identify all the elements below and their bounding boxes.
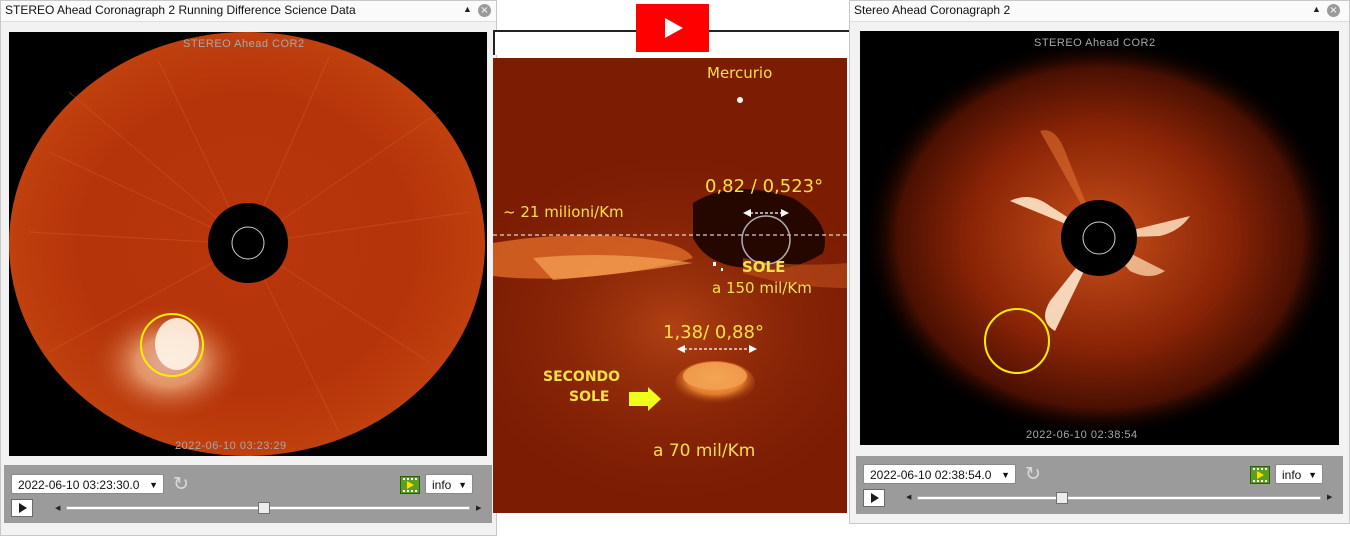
film-play-icon[interactable] — [1250, 466, 1270, 484]
left-play-button[interactable] — [11, 499, 33, 517]
right-datetime-select[interactable]: 2022-06-10 02:38:54.0 ▼ — [863, 464, 1016, 484]
right-info-button[interactable]: info ▼ — [1275, 464, 1323, 484]
sole-distance-label: a 150 mil/Km — [712, 279, 812, 297]
right-coronagraph-image: STEREO Ahead COR2 2022-06-10 02:38:54 — [860, 31, 1339, 445]
film-play-icon[interactable] — [400, 476, 420, 494]
left-coronagraph-image: STEREO Ahead COR2 2022-06-10 03:23:29 — [9, 32, 487, 456]
chevron-down-icon: ▼ — [1001, 470, 1010, 480]
left-control-bar: 2022-06-10 03:23:30.0 ▼ ↻ info ▼ ◀ ▶ — [4, 465, 492, 523]
right-play-button[interactable] — [863, 489, 885, 507]
left-time-slider-thumb[interactable] — [257, 502, 270, 514]
sole-label: SOLE — [742, 258, 786, 276]
ratio-bottom-label: 1,38/ 0,88° — [663, 322, 764, 343]
distance-line-label: ~ 21 milioni/Km — [503, 203, 624, 221]
right-time-slider-thumb[interactable] — [1056, 492, 1069, 504]
chevron-down-icon: ▼ — [149, 480, 158, 490]
left-info-button[interactable]: info ▼ — [425, 474, 473, 494]
right-watermark-bottom: 2022-06-10 02:38:54 — [1026, 429, 1138, 441]
right-panel-titlebar: Stereo Ahead Coronagraph 2 ▲ × — [850, 1, 1349, 22]
slider-right-arrow-icon[interactable]: ▶ — [1327, 493, 1332, 501]
right-viewer-panel: Stereo Ahead Coronagraph 2 ▲ × STEREO Ah… — [849, 0, 1350, 524]
slider-left-arrow-icon[interactable]: ◀ — [55, 504, 60, 512]
second-distance-label: a 70 mil/Km — [653, 441, 756, 461]
secondo-label-line2: SOLE — [569, 389, 610, 405]
left-watermark-top: STEREO Ahead COR2 — [183, 38, 305, 50]
chevron-down-icon: ▼ — [1308, 470, 1317, 480]
refresh-icon[interactable]: ↻ — [1022, 463, 1044, 485]
right-datetime-value: 2022-06-10 02:38:54.0 — [870, 468, 992, 482]
right-panel-title: Stereo Ahead Coronagraph 2 — [854, 3, 1011, 17]
left-viewer-panel: STEREO Ahead Coronagraph 2 Running Diffe… — [0, 0, 497, 536]
mercurio-label: Mercurio — [707, 64, 773, 82]
chevron-down-icon: ▼ — [458, 480, 467, 490]
refresh-icon[interactable]: ↻ — [170, 473, 192, 495]
secondo-label-line1: SECONDO — [543, 369, 621, 385]
close-icon[interactable]: × — [478, 4, 491, 17]
right-info-label: info — [1282, 468, 1302, 482]
collapse-icon[interactable]: ▲ — [463, 4, 472, 14]
slider-right-arrow-icon[interactable]: ▶ — [476, 504, 481, 512]
left-panel-title: STEREO Ahead Coronagraph 2 Running Diffe… — [5, 3, 356, 17]
collapse-icon[interactable]: ▲ — [1312, 4, 1321, 14]
slider-left-arrow-icon[interactable]: ◀ — [906, 493, 911, 501]
right-time-slider-track[interactable] — [917, 496, 1321, 500]
youtube-play-icon[interactable] — [636, 4, 709, 52]
left-watermark-bottom: 2022-06-10 03:23:29 — [175, 440, 287, 452]
left-datetime-select[interactable]: 2022-06-10 03:23:30.0 ▼ — [11, 474, 164, 494]
center-annotated-image: Mercurio 0,82 / 0,523° ~ 21 milioni/Km S… — [493, 58, 847, 513]
right-control-bar: 2022-06-10 02:38:54.0 ▼ ↻ info ▼ ◀ ▶ — [856, 456, 1343, 514]
close-icon[interactable]: × — [1327, 4, 1340, 17]
left-info-label: info — [432, 478, 452, 492]
ratio-top-label: 0,82 / 0,523° — [705, 176, 824, 197]
left-datetime-value: 2022-06-10 03:23:30.0 — [18, 478, 140, 492]
right-watermark-top: STEREO Ahead COR2 — [1034, 37, 1156, 49]
left-panel-titlebar: STEREO Ahead Coronagraph 2 Running Diffe… — [1, 1, 496, 22]
